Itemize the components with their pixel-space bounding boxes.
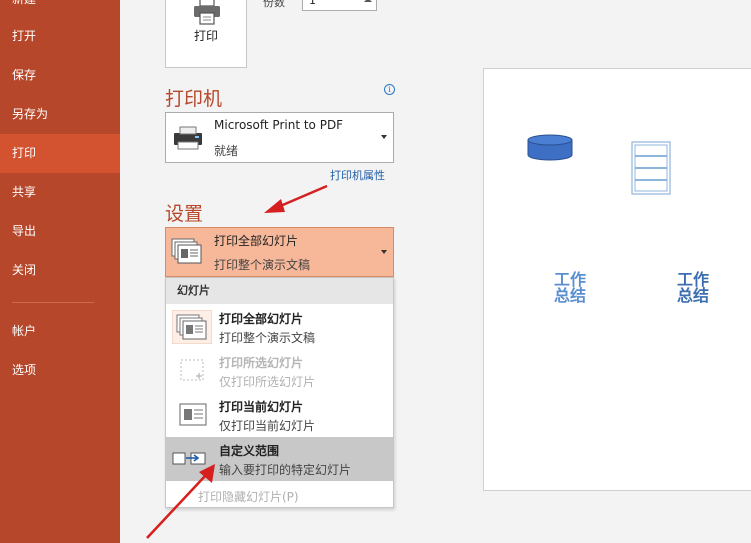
printer-section-title: 打印机 xyxy=(165,88,223,110)
preview-text-outline: 工作总结 xyxy=(554,270,587,305)
sidebar-item-save[interactable]: 保存 xyxy=(0,56,120,95)
dropdown-item-subtitle: 仅打印所选幻灯片 xyxy=(219,375,316,389)
print-range-select[interactable]: 打印全部幻灯片 打印整个演示文稿 xyxy=(165,227,394,277)
dropdown-item-current-slide[interactable]: 打印当前幻灯片 仅打印当前幻灯片 xyxy=(166,393,393,437)
dropdown-item-subtitle: 打印整个演示文稿 xyxy=(219,331,316,345)
chevron-down-icon xyxy=(381,250,387,254)
copies-label: 份数 xyxy=(263,0,285,9)
dropdown-group-header: 幻灯片 xyxy=(166,278,393,304)
dropdown-item-all-slides[interactable]: 打印全部幻灯片 打印整个演示文稿 xyxy=(166,305,393,349)
current-slide-icon xyxy=(179,403,207,426)
settings-section-title: 设置 xyxy=(165,203,204,225)
cylinder-shape xyxy=(527,134,573,161)
printer-properties-link[interactable]: 打印机属性 xyxy=(330,167,385,183)
sidebar-item-open[interactable]: 打开 xyxy=(0,17,120,56)
copies-value: 1 xyxy=(309,0,316,7)
all-slides-icon xyxy=(171,238,202,264)
print-range-dropdown: 幻灯片 打印全部幻灯片 打印整个演示文稿 打印所选幻灯片 仅打印所选幻灯片 打印… xyxy=(165,277,394,508)
dropdown-item-subtitle: 仅打印当前幻灯片 xyxy=(219,419,316,433)
sidebar-item-share[interactable]: 共享 xyxy=(0,173,120,212)
print-range-title: 打印全部幻灯片 xyxy=(214,234,299,248)
print-button-label: 打印 xyxy=(193,29,218,43)
printer-name: Microsoft Print to PDF xyxy=(214,118,344,132)
sidebar-item-print[interactable]: 打印 xyxy=(0,134,120,173)
dropdown-item-title: 打印当前幻灯片 xyxy=(219,400,304,414)
selected-slides-icon xyxy=(180,359,204,381)
dropdown-item-selected-slides: 打印所选幻灯片 仅打印所选幻灯片 xyxy=(166,349,393,393)
spinner-down-icon[interactable] xyxy=(364,0,372,2)
print-range-subtitle: 打印整个演示文稿 xyxy=(214,258,311,272)
all-slides-icon xyxy=(172,310,212,344)
backstage-sidebar: 新建 打开 保存 另存为 打印 共享 导出 关闭 帐户 选项 xyxy=(0,0,120,543)
dropdown-item-custom-range[interactable]: 自定义范围 输入要打印的特定幻灯片 xyxy=(166,437,393,481)
sidebar-item-close[interactable]: 关闭 xyxy=(0,251,120,290)
sidebar-item-save-as[interactable]: 另存为 xyxy=(0,95,120,134)
sidebar-item-account[interactable]: 帐户 xyxy=(0,312,120,351)
printer-status: 就绪 xyxy=(214,144,239,158)
sidebar-item-options[interactable]: 选项 xyxy=(0,351,120,390)
sidebar-divider xyxy=(12,302,94,303)
dropdown-item-subtitle: 输入要打印的特定幻灯片 xyxy=(219,463,352,477)
dropdown-item-title: 打印全部幻灯片 xyxy=(219,312,304,326)
chevron-down-icon xyxy=(381,135,387,139)
dropdown-item-title: 打印所选幻灯片 xyxy=(219,356,304,370)
print-preview: 工作总结 工作总结 xyxy=(483,68,751,491)
custom-range-icon xyxy=(172,452,206,465)
print-button[interactable]: 打印 xyxy=(165,0,247,68)
printer-select[interactable]: Microsoft Print to PDF 就绪 xyxy=(165,112,394,163)
sidebar-item-export[interactable]: 导出 xyxy=(0,212,120,251)
printer-device-icon xyxy=(174,126,202,150)
copies-spinner[interactable]: 1 xyxy=(302,0,377,11)
preview-text-solid: 工作总结 xyxy=(677,270,710,305)
printer-icon xyxy=(194,0,220,25)
print-hidden-slides-option: 打印隐藏幻灯片(P) xyxy=(198,490,299,504)
dropdown-item-title: 自定义范围 xyxy=(219,444,280,458)
shelf-shape xyxy=(631,141,671,195)
info-icon[interactable]: i xyxy=(384,84,395,95)
